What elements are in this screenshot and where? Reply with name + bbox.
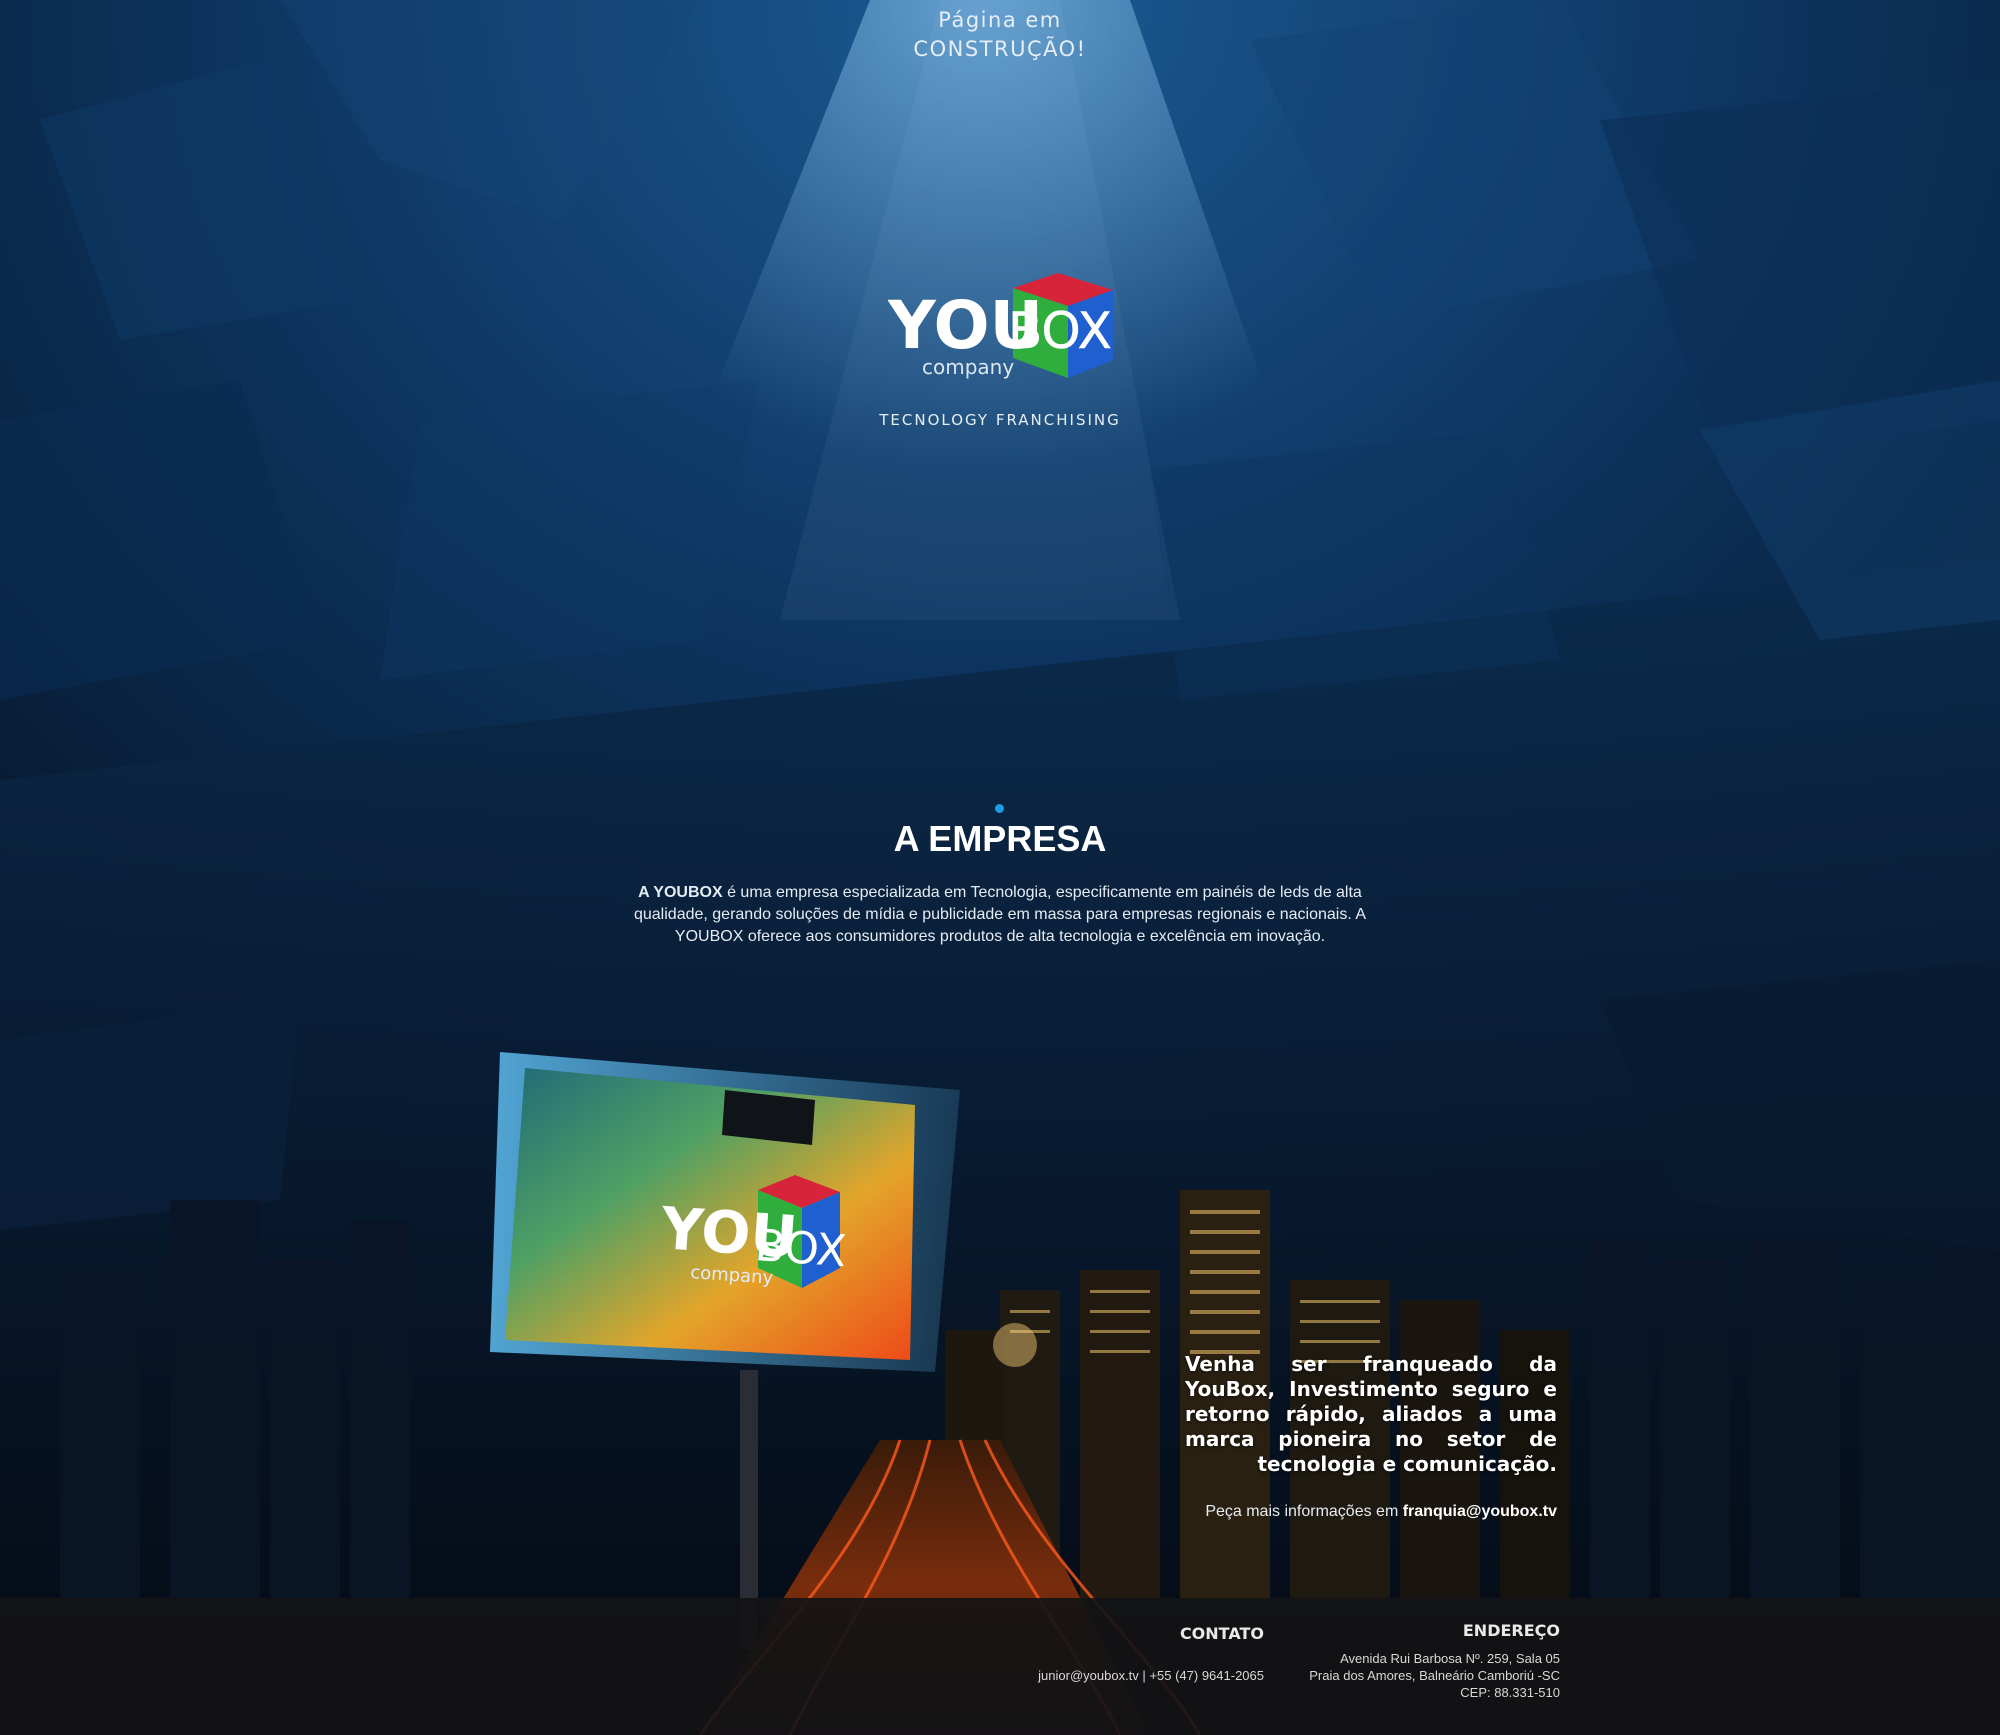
youbox-logo: YOU BOX company — [888, 273, 1113, 379]
address-line-3: CEP: 88.331-510 — [1460, 1685, 1560, 1700]
address-title: ENDEREÇO — [1462, 1621, 1560, 1640]
section-dot — [995, 804, 1004, 813]
franchise-info: Peça mais informações em franquia@youbox… — [1100, 1503, 1557, 1521]
contact-email-link[interactable]: junior@youbox.tv — [1038, 1668, 1139, 1683]
contact-separator: | — [1142, 1668, 1146, 1683]
logo-box-text: BOX — [1008, 302, 1112, 360]
background-scene — [0, 0, 2000, 1735]
under-construction-banner: Página em CONSTRUÇÃO! — [850, 6, 1150, 64]
billboard-company-text: company — [690, 1262, 775, 1289]
info-prefix: Peça mais informações em — [1205, 1503, 1403, 1520]
company-lead: A YOUBOX — [638, 884, 723, 901]
billboard-logo: YOU BOX company — [658, 1175, 848, 1289]
contact-title: CONTATO — [1179, 1624, 1264, 1643]
tagline: TECNOLOGY FRANCHISING — [879, 411, 1121, 429]
section-title: A EMPRESA — [893, 818, 1107, 859]
company-description: A YOUBOX é uma empresa especializada em … — [612, 882, 1388, 948]
address-line-1: Avenida Rui Barbosa Nº. 259, Sala 05 — [1340, 1651, 1560, 1666]
franchise-pitch: Venha ser franqueado da YouBox, Investim… — [1185, 1352, 1557, 1476]
contact-line: junior@youbox.tv | +55 (47) 9641-2065 — [960, 1667, 1264, 1684]
banner-line-1: Página em — [938, 8, 1062, 32]
franchise-email-link[interactable]: franquia@youbox.tv — [1403, 1503, 1557, 1520]
logo-company-text: company — [922, 355, 1014, 379]
banner-line-2: CONSTRUÇÃO! — [913, 37, 1087, 61]
address-block: Avenida Rui Barbosa Nº. 259, Sala 05 Pra… — [1240, 1650, 1560, 1701]
address-line-2: Praia dos Amores, Balneário Camboriú -SC — [1309, 1668, 1560, 1683]
company-body: é uma empresa especializada em Tecnologi… — [633, 884, 1366, 945]
